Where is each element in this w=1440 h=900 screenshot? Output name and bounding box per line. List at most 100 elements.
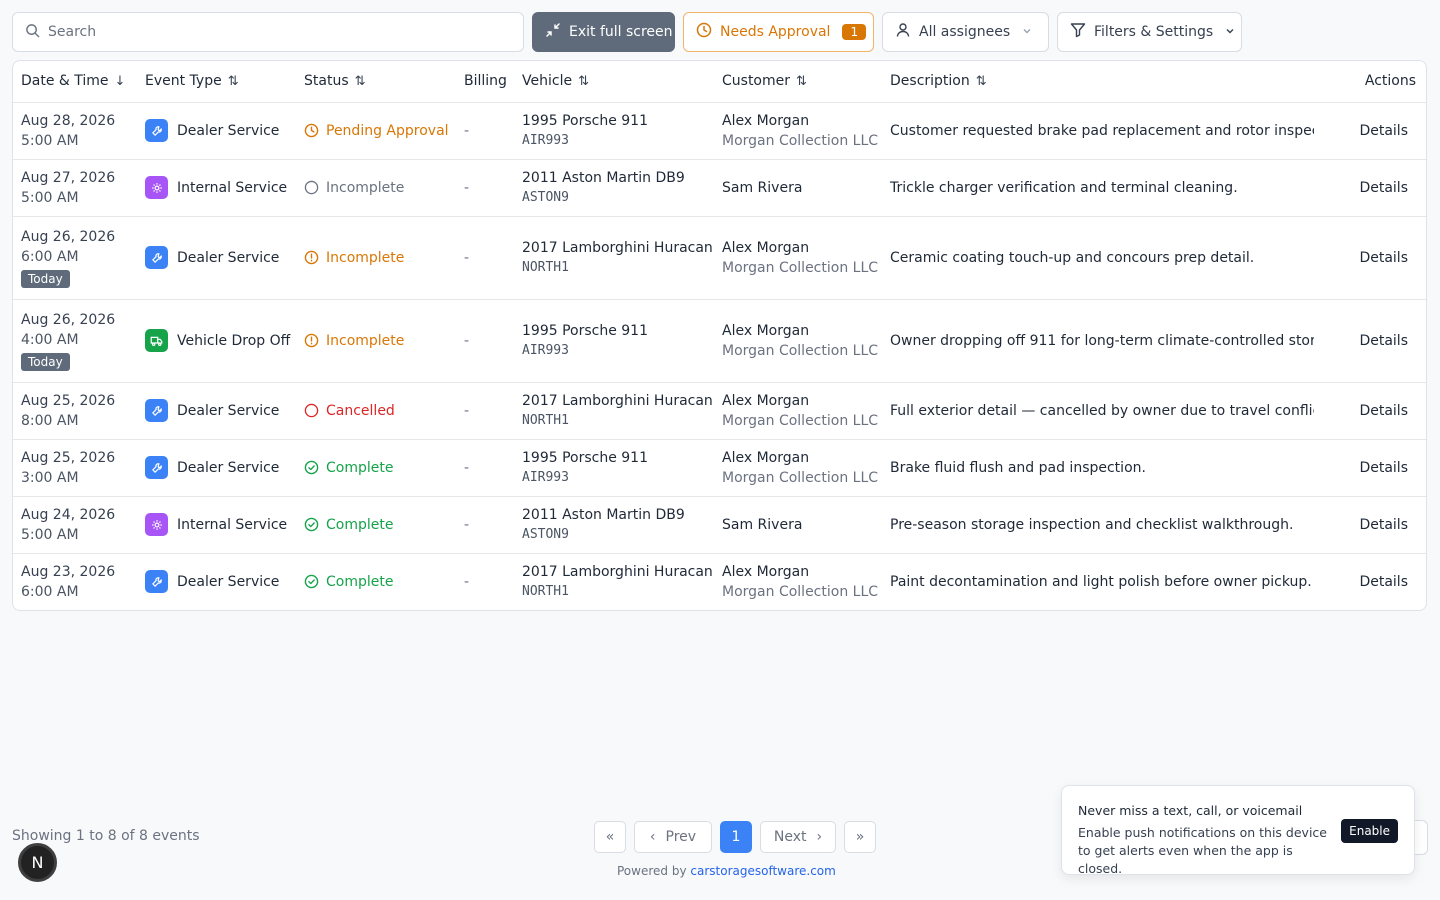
details-button[interactable]: Details — [1359, 180, 1408, 196]
event-date: Aug 25, 2026 — [21, 392, 116, 409]
table-row[interactable]: Aug 26, 2026 6:00 AM Today Dealer Service In… — [13, 216, 1426, 300]
search-input[interactable] — [48, 24, 511, 40]
table-row[interactable]: Aug 24, 2026 5:00 AM Internal Service Compl… — [13, 496, 1426, 554]
powered-by-link[interactable]: carstoragesoftware.com — [690, 864, 835, 878]
approval-count-badge: 1 — [842, 24, 867, 40]
vehicle-cell: 2017 Lamborghini Huracan NORTH1 — [514, 216, 714, 300]
pagination: « ‹ Prev 1 Next › » — [594, 821, 876, 853]
event-date: Aug 25, 2026 — [21, 449, 116, 466]
description-cell: Brake fluid flush and pad inspection. — [882, 439, 1314, 497]
billing-cell: - — [464, 573, 470, 590]
filters-label: Filters & Settings — [1094, 24, 1214, 40]
vehicle-plate: ASTON9 — [522, 526, 569, 542]
table-row[interactable]: Aug 23, 2026 6:00 AM Dealer Service Complet… — [13, 553, 1426, 610]
details-button[interactable]: Details — [1359, 460, 1408, 476]
chevron-right-icon: › — [816, 829, 823, 845]
enable-notifications-button[interactable]: Enable — [1341, 819, 1398, 843]
vehicle-cell: 1995 Porsche 911 AIR993 — [514, 102, 714, 160]
customer-name: Alex Morgan — [722, 239, 810, 256]
datetime-cell: Aug 26, 2026 6:00 AM Today — [13, 216, 137, 300]
last-page-button[interactable]: » — [844, 821, 876, 853]
event-time: 5:00 AM — [21, 526, 79, 543]
customer-company: Morgan Collection LLC — [722, 259, 879, 276]
next-page-button[interactable]: Next › — [760, 821, 836, 853]
event-time: 5:00 AM — [21, 132, 79, 149]
customer-name: Alex Morgan — [722, 112, 810, 129]
alert-circle-icon — [304, 250, 319, 265]
details-button[interactable]: Details — [1359, 123, 1408, 139]
status-cell: Cancelled — [296, 382, 456, 440]
column-header-billing: Billing — [456, 61, 514, 103]
description-cell: Ceramic coating touch-up and concours pr… — [882, 216, 1314, 300]
actions-cell: Details — [1314, 299, 1426, 383]
datetime-cell: Aug 23, 2026 6:00 AM — [13, 553, 137, 610]
event-time: 5:00 AM — [21, 189, 79, 206]
chevron-down-icon — [1022, 26, 1032, 39]
status-cell: Incomplete — [296, 216, 456, 300]
column-header-vehicle[interactable]: Vehicle ⇅ — [514, 61, 714, 103]
column-header-customer[interactable]: Customer ⇅ — [714, 61, 882, 103]
table-row[interactable]: Aug 25, 2026 8:00 AM Dealer Service Cancell… — [13, 382, 1426, 440]
wrench-icon — [145, 399, 168, 422]
datetime-cell: Aug 25, 2026 8:00 AM — [13, 382, 137, 440]
details-button[interactable]: Details — [1359, 333, 1408, 349]
event-date: Aug 26, 2026 — [21, 312, 116, 328]
actions-cell: Details — [1314, 496, 1426, 554]
needs-approval-button[interactable]: Needs Approval 1 — [683, 12, 874, 52]
datetime-cell: Aug 26, 2026 4:00 AM Today — [13, 299, 137, 383]
sort-icon: ⇅ — [227, 74, 239, 90]
details-button[interactable]: Details — [1359, 403, 1408, 419]
vehicle-plate: AIR993 — [522, 132, 569, 148]
event-time: 6:00 AM — [21, 583, 79, 600]
description-cell: Paint decontamination and light polish b… — [890, 573, 1312, 590]
sort-icon: ⇅ — [578, 74, 589, 90]
event-type-label: Dealer Service — [177, 402, 280, 419]
prev-label: Prev — [665, 829, 697, 845]
status-label: Complete — [326, 573, 394, 590]
customer-cell: Sam Rivera — [714, 496, 882, 554]
column-header-actions: Actions — [1314, 61, 1426, 103]
customer-name: Alex Morgan — [722, 322, 810, 339]
column-header-event-type[interactable]: Event Type ⇅ — [137, 61, 296, 103]
customer-company: Morgan Collection LLC — [722, 412, 879, 429]
event-type-cell: Internal Service — [137, 496, 296, 554]
event-type-label: Internal Service — [177, 516, 288, 533]
column-header-datetime[interactable]: Date & Time ↓ — [13, 61, 137, 103]
details-button[interactable]: Details — [1359, 517, 1408, 533]
event-type-cell: Dealer Service — [137, 102, 296, 160]
table-row[interactable]: Aug 26, 2026 4:00 AM Today Vehicle Drop Off… — [13, 299, 1426, 383]
powered-by-prefix: Powered by — [617, 864, 687, 878]
customer-company: Morgan Collection LLC — [722, 342, 879, 359]
results-count: Showing 1 to 8 of 8 events — [12, 828, 200, 844]
column-label: Status — [304, 73, 349, 90]
filters-settings-button[interactable]: Filters & Settings — [1057, 12, 1242, 52]
gear-icon — [145, 513, 168, 536]
page-1-button[interactable]: 1 — [720, 821, 752, 853]
assignees-dropdown[interactable]: All assignees — [882, 12, 1049, 52]
minimize-icon — [545, 22, 561, 42]
table-row[interactable]: Aug 25, 2026 3:00 AM Dealer Service Complet… — [13, 439, 1426, 497]
prev-page-button[interactable]: ‹ Prev — [634, 821, 712, 853]
status-label: Cancelled — [326, 402, 395, 419]
arrow-down-icon: ↓ — [114, 74, 126, 90]
column-header-description[interactable]: Description ⇅ — [882, 61, 1314, 103]
chevron-down-icon — [1225, 26, 1235, 39]
event-type-cell: Internal Service — [137, 159, 296, 217]
table-row[interactable]: Aug 27, 2026 5:00 AM Internal Service Incom… — [13, 159, 1426, 217]
toolbar: Exit full screen Needs Approval 1 All as… — [12, 12, 1428, 52]
description-cell: Customer requested brake pad replacement… — [882, 102, 1314, 160]
first-page-button[interactable]: « — [594, 821, 626, 853]
exit-fullscreen-button[interactable]: Exit full screen — [532, 12, 675, 52]
event-type-label: Vehicle Drop Off — [177, 332, 291, 349]
details-button[interactable]: Details — [1359, 250, 1408, 266]
search-box[interactable] — [12, 12, 524, 52]
vehicle-cell: 2011 Aston Martin DB9 ASTON9 — [514, 496, 714, 554]
avatar[interactable]: N — [18, 843, 57, 882]
details-button[interactable]: Details — [1359, 574, 1408, 590]
table-row[interactable]: Aug 28, 2026 5:00 AM Dealer Service Pending… — [13, 102, 1426, 160]
vehicle-name: 1995 Porsche 911 — [522, 449, 648, 466]
push-notification-toast: Never miss a text, call, or voicemail En… — [1061, 785, 1415, 876]
datetime-cell: Aug 27, 2026 5:00 AM — [13, 159, 137, 217]
customer-name: Sam Rivera — [722, 516, 803, 533]
column-header-status[interactable]: Status ⇅ — [296, 61, 456, 103]
